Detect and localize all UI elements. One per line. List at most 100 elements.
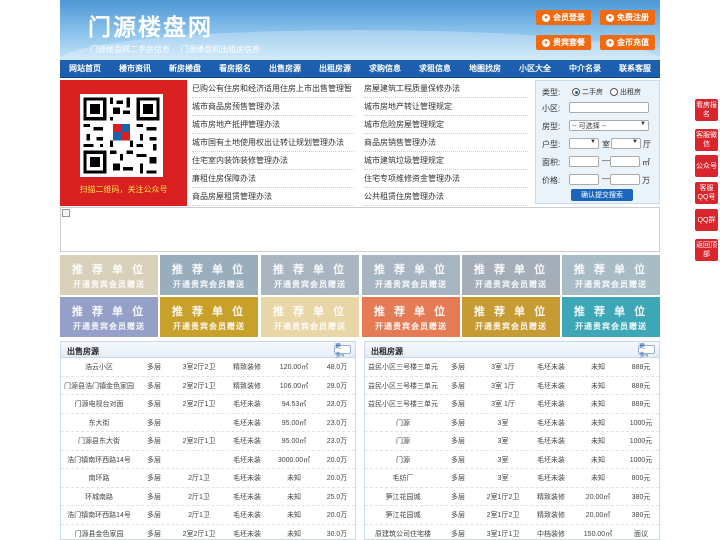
table-row[interactable]: 门源县浩门镇金色家园 多层 2室2厅1卫 精致装修 106.00㎡ 29.0万 bbox=[61, 377, 355, 395]
news-item[interactable]: 公共租赁住房管理办法 bbox=[364, 188, 528, 206]
float-official-account[interactable]: 公众号 bbox=[695, 155, 718, 177]
news-item[interactable]: 商品房屋租赁管理办法 bbox=[192, 188, 354, 206]
login-button[interactable]: ● 会员登录 bbox=[536, 10, 591, 25]
promo-tile[interactable]: 推 荐 单 位开通贵宾会员赠送 bbox=[160, 255, 258, 295]
nav-wanted-rent[interactable]: 求租信息 bbox=[410, 60, 460, 77]
table-cell[interactable]: 门源 bbox=[365, 451, 441, 469]
price-max-input[interactable] bbox=[610, 174, 640, 185]
subtitle-rental[interactable]: 门源楼盘网出租房信息 bbox=[180, 45, 260, 54]
table-cell[interactable]: 东大街 bbox=[61, 414, 137, 432]
table-row[interactable]: 浩云小区 多层 3室2厅2卫 精致装修 120.00㎡ 48.0万 bbox=[61, 358, 355, 377]
community-input[interactable] bbox=[569, 102, 649, 113]
table-row[interactable]: 笋江花园城 多层 2室1厅2卫 精致装修 20.00㎡ 380元 bbox=[365, 488, 659, 506]
nav-home[interactable]: 网站首页 bbox=[60, 60, 110, 77]
table-cell[interactable]: 毛纺厂 bbox=[365, 469, 441, 487]
rent-more-button[interactable]: 更多» bbox=[638, 344, 655, 359]
table-row[interactable]: 门源县东大街 多层 2室2厅1卫 毛坯未装 95.00㎡ 23.0万 bbox=[61, 432, 355, 451]
back-to-top-button[interactable]: 返回顶部 bbox=[695, 239, 718, 261]
news-item[interactable]: 住宅室内装饰装修管理办法 bbox=[192, 152, 354, 170]
coin-recharge-button[interactable]: ● 金币充值 bbox=[600, 35, 655, 50]
table-row[interactable]: 毛纺厂 多层 3室 毛坯未装 未知 800元 bbox=[365, 469, 659, 488]
table-cell[interactable]: 环城南路 bbox=[61, 488, 137, 506]
radio-secondhand[interactable]: 二手房 bbox=[572, 87, 603, 97]
table-cell[interactable]: 益民小区三号楼三单元 bbox=[365, 358, 441, 376]
promo-tile[interactable]: 推 荐 单 位开通贵宾会员赠送 bbox=[261, 297, 359, 337]
news-item[interactable]: 城市建筑垃圾管理规定 bbox=[364, 152, 528, 170]
promo-tile[interactable]: 推 荐 单 位开通贵宾会员赠送 bbox=[462, 255, 560, 295]
table-row[interactable]: 益民小区三号楼三单元 多层 3室 1厅 毛坯未装 未知 888元 bbox=[365, 377, 659, 395]
news-item[interactable]: 城市商品房预售管理办法 bbox=[192, 98, 354, 116]
table-cell[interactable]: 南环路 bbox=[61, 469, 137, 487]
table-cell[interactable]: 原建筑公司住宅楼 bbox=[365, 525, 441, 540]
table-cell[interactable]: 浩门镇南环西路14号 bbox=[61, 506, 137, 524]
table-cell[interactable]: 门源县金色家园 bbox=[61, 525, 137, 540]
table-row[interactable]: 南环路 多层 2厅1卫 毛坯未装 未知 20.0万 bbox=[61, 469, 355, 488]
vip-package-button[interactable]: ● 贵宾套餐 bbox=[536, 35, 591, 50]
news-item[interactable]: 商品房销售管理办法 bbox=[364, 134, 528, 152]
news-item[interactable]: 廉租住房保障办法 bbox=[192, 170, 354, 188]
news-item[interactable]: 城市国有土地使用权出让转让规划管理办法 bbox=[192, 134, 354, 152]
promo-tile[interactable]: 推 荐 单 位开通贵宾会员赠送 bbox=[362, 255, 460, 295]
table-row[interactable]: 益民小区三号楼三单元 多层 3室 1厅 毛坯未装 未知 888元 bbox=[365, 395, 659, 414]
table-row[interactable]: 门源 多层 3室 毛坯未装 未知 1000元 bbox=[365, 432, 659, 451]
news-item[interactable]: 城市房地产转让管理规定 bbox=[364, 98, 528, 116]
float-wechat-service[interactable]: 客服微信 bbox=[695, 129, 718, 151]
table-row[interactable]: 门源 多层 3室 毛坯未装 未知 1000元 bbox=[365, 451, 659, 469]
table-cell[interactable]: 门源 bbox=[365, 414, 441, 432]
table-row[interactable]: 笋江花园城 多层 2室1厅2卫 精致装修 20.00㎡ 380元 bbox=[365, 506, 659, 525]
table-row[interactable]: 原建筑公司住宅楼 多层 3室1厅1卫 中档装修 150.00㎡ 面议 bbox=[365, 525, 659, 540]
promo-tile[interactable]: 推 荐 单 位开通贵宾会员赠送 bbox=[562, 297, 660, 337]
price-min-input[interactable] bbox=[569, 174, 599, 185]
table-cell[interactable]: 浩云小区 bbox=[61, 358, 137, 376]
table-cell[interactable]: 益民小区三号楼三单元 bbox=[365, 395, 441, 413]
news-item[interactable]: 住宅专项维修资金管理办法 bbox=[364, 170, 528, 188]
promo-tile[interactable]: 推 荐 单 位开通贵宾会员赠送 bbox=[160, 297, 258, 337]
nav-communities[interactable]: 小区大全 bbox=[510, 60, 560, 77]
table-row[interactable]: 门源 多层 3室 毛坯未装 未知 1000元 bbox=[365, 414, 659, 432]
table-row[interactable]: 东大街 多层 毛坯未装 95.00㎡ 23.0万 bbox=[61, 414, 355, 432]
promo-tile[interactable]: 推 荐 单 位开通贵宾会员赠送 bbox=[60, 297, 158, 337]
float-qq-group[interactable]: QQ群 bbox=[695, 209, 718, 231]
sale-more-button[interactable]: 更多» bbox=[334, 344, 351, 359]
nav-contact[interactable]: 联系客服 bbox=[610, 60, 660, 77]
housetype-select[interactable]: -- 可选择 -- ▼ bbox=[569, 120, 649, 131]
nav-new-homes[interactable]: 新房楼盘 bbox=[160, 60, 210, 77]
nav-for-sale[interactable]: 出售房源 bbox=[260, 60, 310, 77]
area-min-input[interactable] bbox=[569, 156, 599, 167]
table-cell[interactable]: 笋江花园城 bbox=[365, 488, 441, 506]
hall-select[interactable]: ▼ bbox=[611, 138, 641, 149]
nav-for-rent[interactable]: 出租房源 bbox=[310, 60, 360, 77]
news-item[interactable]: 房屋建筑工程质量保修办法 bbox=[364, 80, 528, 98]
room-select[interactable]: ▼ bbox=[569, 138, 599, 149]
table-cell[interactable]: 笋江花园城 bbox=[365, 506, 441, 524]
table-cell[interactable]: 门源 bbox=[365, 432, 441, 450]
area-max-input[interactable] bbox=[610, 156, 640, 167]
table-row[interactable]: 门源电视台对面 多层 2室2厅1卫 毛坯未装 94.53㎡ 23.0万 bbox=[61, 395, 355, 414]
subtitle-secondhand[interactable]: 门源楼盘网二手房信息 bbox=[90, 45, 170, 54]
news-item[interactable]: 已购公有住房和经济适用住房上市出售管理暂 bbox=[192, 80, 354, 98]
register-button[interactable]: ● 免费注册 bbox=[600, 10, 655, 25]
news-item[interactable]: 城市房地产抵押管理办法 bbox=[192, 116, 354, 134]
nav-viewing-signup[interactable]: 看房报名 bbox=[210, 60, 260, 77]
table-row[interactable]: 浩门镇南环西路14号 多层 2厅1卫 毛坯未装 未知 20.0万 bbox=[61, 506, 355, 525]
search-submit-button[interactable]: 确认提交搜索 bbox=[571, 189, 633, 201]
news-item[interactable]: 城市危险房屋管理规定 bbox=[364, 116, 528, 134]
table-cell[interactable]: 门源电视台对面 bbox=[61, 395, 137, 413]
table-cell[interactable]: 门源县浩门镇金色家园 bbox=[61, 377, 137, 395]
table-row[interactable]: 浩门镇南环西路14号 多层 毛坯未装 3000.00㎡ 20.0万 bbox=[61, 451, 355, 469]
nav-map-search[interactable]: 地图找房 bbox=[460, 60, 510, 77]
promo-tile[interactable]: 推 荐 单 位开通贵宾会员赠送 bbox=[562, 255, 660, 295]
promo-tile[interactable]: 推 荐 单 位开通贵宾会员赠送 bbox=[60, 255, 158, 295]
radio-rental[interactable]: 出租房 bbox=[610, 87, 641, 97]
float-viewing-signup[interactable]: 看房报名 bbox=[695, 99, 718, 121]
table-cell[interactable]: 门源县东大街 bbox=[61, 432, 137, 450]
ad-banner[interactable] bbox=[60, 207, 660, 252]
table-cell[interactable]: 浩门镇南环西路14号 bbox=[61, 451, 137, 469]
float-qq-service[interactable]: 客服QQ号 bbox=[695, 182, 718, 204]
table-row[interactable]: 益民小区三号楼三单元 多层 3室 1厅 毛坯未装 未知 888元 bbox=[365, 358, 659, 377]
table-row[interactable]: 环城南路 多层 2厅1卫 毛坯未装 未知 25.0万 bbox=[61, 488, 355, 506]
site-logo-title[interactable]: 门源楼盘网 bbox=[88, 8, 213, 42]
promo-tile[interactable]: 推 荐 单 位开通贵宾会员赠送 bbox=[462, 297, 560, 337]
table-cell[interactable]: 益民小区三号楼三单元 bbox=[365, 377, 441, 395]
nav-wanted-buy[interactable]: 求购信息 bbox=[360, 60, 410, 77]
